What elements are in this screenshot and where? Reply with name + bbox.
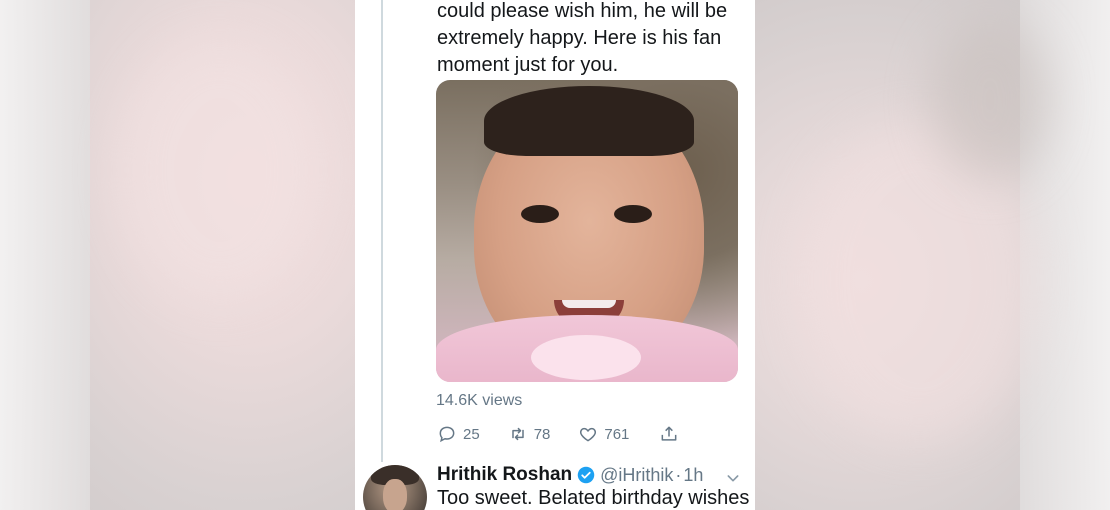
- tweet-text-line: extremely happy. Here is his fan: [437, 27, 722, 49]
- like-count: 761: [604, 425, 630, 443]
- tweet-video[interactable]: [436, 80, 738, 382]
- reply-button[interactable]: 25: [437, 424, 480, 444]
- like-button[interactable]: 761: [578, 424, 629, 444]
- share-icon: [661, 426, 677, 441]
- background-edge-left: [0, 0, 90, 510]
- background-shape: [120, 40, 320, 300]
- heart-icon: [580, 427, 597, 442]
- view-count: 14.6K views: [436, 392, 523, 409]
- tweet-card: could please wish him, he will be extrem…: [355, 0, 755, 510]
- reply-header: Hrithik Roshan @iHrithik · 1h: [437, 462, 703, 488]
- avatar[interactable]: [363, 465, 427, 510]
- reply-count: 25: [463, 425, 480, 443]
- reply-timestamp[interactable]: 1h: [683, 465, 703, 486]
- tweet-text: could please wish him, he will be extrem…: [437, 0, 742, 79]
- video-collar: [531, 335, 641, 380]
- avatar-face: [383, 479, 407, 510]
- reply-author-handle[interactable]: @iHrithik: [600, 465, 673, 486]
- video-teeth: [562, 300, 616, 308]
- video-eye: [521, 205, 559, 223]
- retweet-icon: [511, 427, 524, 441]
- share-button[interactable]: [659, 424, 679, 444]
- tweet-text-line: moment just for you.: [437, 54, 619, 76]
- video-eye: [614, 205, 652, 223]
- tweet-text-line: could please wish him, he will be: [437, 0, 728, 22]
- thread-line: [381, 0, 383, 462]
- verified-badge-icon: [577, 466, 595, 484]
- retweet-button[interactable]: 78: [508, 424, 551, 444]
- tweet-actions: 25 78 761: [437, 423, 707, 445]
- chevron-down-icon[interactable]: [725, 470, 741, 486]
- reply-text: Too sweet. Belated birthday wishes: [437, 487, 750, 509]
- separator-dot: ·: [675, 464, 682, 485]
- video-hair: [484, 86, 694, 156]
- retweet-count: 78: [533, 425, 551, 443]
- reply-author-name[interactable]: Hrithik Roshan: [437, 464, 572, 486]
- reply-icon: [439, 426, 455, 443]
- background-shape: [930, 20, 1050, 180]
